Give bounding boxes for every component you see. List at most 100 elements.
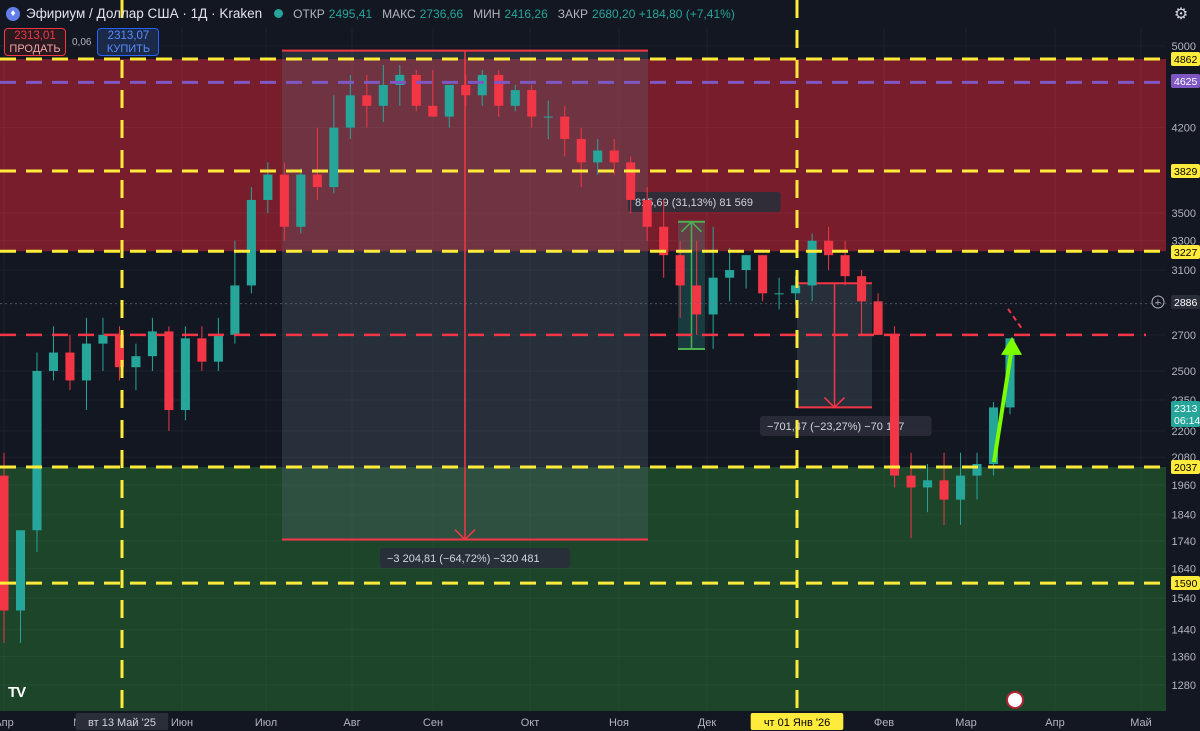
candle-body-12 bbox=[197, 338, 207, 362]
candle-body-21 bbox=[345, 95, 355, 128]
candle-body-30 bbox=[494, 74, 504, 106]
candle-6 bbox=[98, 317, 108, 371]
candle-47 bbox=[774, 277, 784, 310]
sell-label: ПРОДАТЬ bbox=[9, 43, 61, 55]
candle-46 bbox=[758, 255, 768, 302]
candle-body-3 bbox=[48, 352, 59, 371]
price-chart[interactable]: −3 204,81 (−64,72%) −320 481 815,69 (31,1… bbox=[0, 0, 1200, 731]
candle-14 bbox=[230, 240, 240, 344]
low-key: МИН bbox=[473, 6, 501, 21]
spread-value: 0,06 bbox=[72, 36, 92, 48]
sell-button[interactable]: 2313,01 ПРОДАТЬ bbox=[4, 28, 66, 56]
open-key: ОТКР bbox=[293, 6, 325, 21]
candle-body-17 bbox=[279, 174, 289, 227]
price-label-4: 2886 bbox=[1174, 297, 1198, 309]
buy-label: КУПИТЬ bbox=[106, 43, 151, 55]
candle-body-56 bbox=[923, 480, 933, 488]
ethereum-icon: ♦ bbox=[6, 6, 20, 21]
candle-body-57 bbox=[939, 480, 949, 500]
price-tick-12: 1740 bbox=[1172, 536, 1196, 548]
price-tick-14: 1540 bbox=[1172, 593, 1196, 605]
candle-body-44 bbox=[725, 270, 735, 278]
candle-body-55 bbox=[906, 475, 916, 488]
us-flag-icon[interactable] bbox=[1006, 691, 1024, 709]
candle-body-39 bbox=[642, 199, 652, 227]
market-status-icon bbox=[274, 9, 284, 18]
date-tick-14: Май bbox=[1130, 717, 1152, 729]
candle-body-31 bbox=[510, 90, 520, 106]
measure-label-0: −3 204,81 (−64,72%) −320 481 bbox=[387, 553, 540, 565]
buy-price: 2313,07 bbox=[107, 30, 150, 42]
candle-body-43 bbox=[708, 277, 718, 315]
candle-4 bbox=[65, 334, 75, 391]
price-label-6: 06:14 bbox=[1174, 415, 1200, 427]
measure-label-1: 815,69 (31,13%) 81 569 bbox=[635, 197, 753, 209]
candle-body-1 bbox=[15, 530, 26, 611]
candle-body-51 bbox=[840, 255, 850, 277]
trade-panel: 2313,01 ПРОДАТЬ 0,06 2313,07 КУПИТЬ bbox=[4, 28, 160, 56]
date-tick-3: Июн bbox=[171, 717, 193, 729]
candle-body-41 bbox=[675, 255, 685, 286]
date-tick-7: Окт bbox=[521, 717, 540, 729]
candle-body-42 bbox=[692, 285, 702, 315]
candle-body-29 bbox=[477, 74, 487, 96]
price-label-1: 4625 bbox=[1174, 76, 1198, 88]
date-tick-11: Фев bbox=[874, 717, 894, 729]
candle-body-0 bbox=[0, 475, 9, 611]
high-value: 2736,66 bbox=[419, 6, 464, 21]
open-value: 2495,41 bbox=[328, 6, 373, 21]
candle-body-36 bbox=[593, 150, 603, 163]
candle-body-46 bbox=[758, 255, 768, 294]
candle-body-53 bbox=[873, 301, 883, 335]
date-tick-2: вт 13 Май '25 bbox=[88, 717, 156, 729]
price-label-3: 3227 bbox=[1174, 247, 1198, 259]
date-tick-6: Сен bbox=[423, 717, 443, 729]
candle-body-45 bbox=[741, 255, 751, 271]
time-axis[interactable]: Апр Май вт 13 Май '25 Июн Июл Авг Сен Окт Ноя Дек… bbox=[0, 711, 1200, 731]
candle-body-28 bbox=[461, 84, 471, 96]
date-tick-10: чт 01 Янв '26 bbox=[764, 717, 830, 729]
settings-icon[interactable]: ⚙ bbox=[1172, 6, 1190, 24]
candle-body-6 bbox=[98, 334, 108, 344]
candle-body-19 bbox=[312, 174, 322, 188]
candle-body-37 bbox=[609, 150, 619, 163]
candle-44 bbox=[725, 247, 735, 302]
candle-body-27 bbox=[444, 84, 454, 117]
close-key: ЗАКР bbox=[557, 6, 589, 21]
candle-body-15 bbox=[246, 199, 256, 286]
candle-53 bbox=[873, 293, 883, 335]
arrow-target-mark bbox=[1007, 308, 1023, 330]
candle-body-58 bbox=[955, 475, 966, 500]
date-tick-9: Дек bbox=[698, 717, 717, 729]
candle-11 bbox=[180, 326, 190, 421]
candle-54 bbox=[890, 326, 900, 488]
candle-45 bbox=[741, 255, 751, 289]
candle-body-10 bbox=[164, 331, 174, 411]
price-tick-2: 3500 bbox=[1172, 208, 1196, 220]
candle-body-35 bbox=[576, 138, 586, 163]
symbol-title[interactable]: Эфириум / Доллар США · 1Д · Kraken bbox=[26, 6, 262, 21]
candle-body-20 bbox=[329, 127, 339, 188]
chart-header: ♦ Эфириум / Доллар США · 1Д · Kraken ОТК… bbox=[6, 6, 741, 21]
date-tick-5: Авг bbox=[343, 717, 360, 729]
date-tick-4: Июл bbox=[255, 717, 277, 729]
candle-18 bbox=[296, 168, 306, 234]
buy-button[interactable]: 2313,07 КУПИТЬ bbox=[97, 28, 160, 56]
candle-10 bbox=[164, 326, 174, 431]
price-tick-13: 1640 bbox=[1172, 564, 1196, 576]
candle-body-54 bbox=[890, 334, 900, 476]
price-tick-5: 2700 bbox=[1172, 330, 1196, 342]
candle-2 bbox=[32, 352, 42, 552]
price-label-7: 2037 bbox=[1174, 462, 1198, 474]
price-tick-16: 1360 bbox=[1172, 651, 1196, 663]
candle-8 bbox=[131, 343, 141, 391]
candle-body-4 bbox=[65, 352, 75, 381]
high-key: МАКС bbox=[382, 6, 416, 21]
price-tick-10: 1960 bbox=[1172, 480, 1196, 492]
price-tick-11: 1840 bbox=[1172, 510, 1196, 522]
ohlc-values: ОТКР 2495,41 МАКС 2736,66 МИН 2416,26 ЗАКР 2… bbox=[293, 7, 741, 21]
measure-label-2: −701,47 (−23,27%) −70 147 bbox=[767, 421, 904, 433]
candle-body-33 bbox=[543, 116, 553, 118]
price-tick-8: 2200 bbox=[1172, 426, 1196, 438]
price-tick-15: 1440 bbox=[1172, 625, 1196, 637]
